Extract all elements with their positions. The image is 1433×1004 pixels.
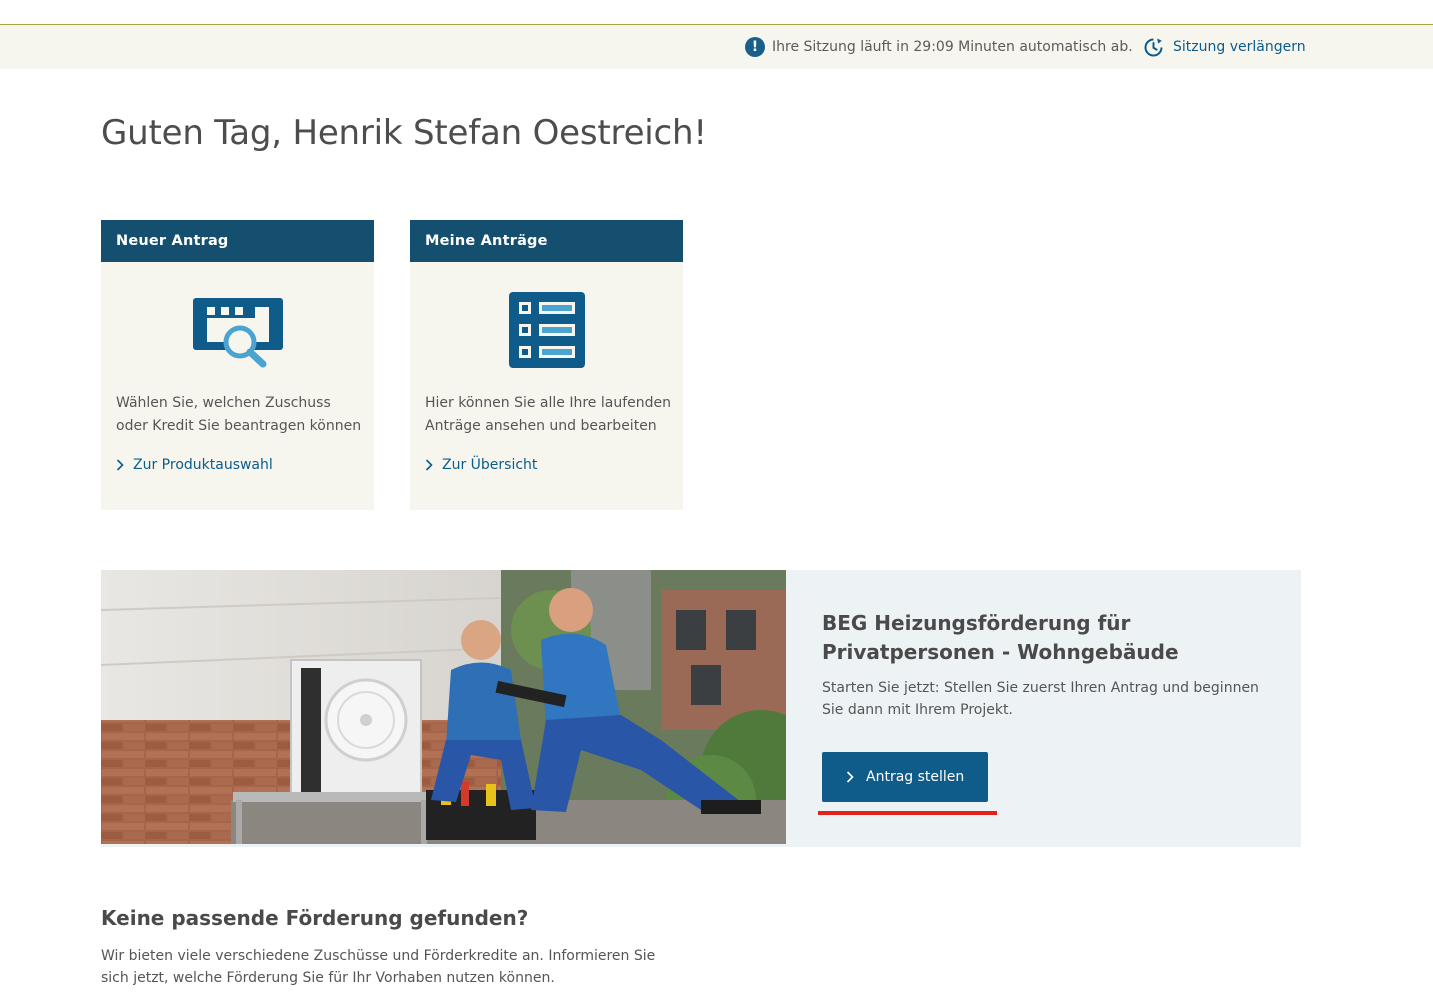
highlight-underline bbox=[818, 811, 997, 815]
card-title: Meine Anträge bbox=[410, 220, 683, 262]
card-my-applications: Meine Anträge Hier können Sie alle Ihre … bbox=[410, 220, 683, 510]
button-label: Antrag stellen bbox=[866, 769, 965, 785]
document-search-icon bbox=[192, 298, 283, 368]
extend-session-link[interactable]: Sitzung verlängern bbox=[1143, 25, 1306, 69]
chevron-right-icon bbox=[846, 771, 854, 783]
overview-link[interactable]: Zur Übersicht bbox=[425, 457, 537, 473]
no-match-text: Wir bieten viele verschiedene Zuschüsse … bbox=[101, 948, 656, 986]
clock-refresh-icon bbox=[1144, 38, 1163, 56]
card-title: Neuer Antrag bbox=[101, 220, 374, 262]
link-label: Zur Übersicht bbox=[442, 457, 538, 473]
chevron-right-icon bbox=[425, 459, 433, 471]
no-match-title: Keine passende Förderung gefunden? bbox=[101, 906, 529, 930]
card-description: Wählen Sie, welchen Zuschuss oder Kredit… bbox=[116, 395, 362, 434]
list-icon bbox=[508, 292, 585, 368]
chevron-right-icon bbox=[116, 459, 124, 471]
session-info: ! Ihre Sitzung läuft in 29:09 Minuten au… bbox=[745, 25, 1133, 69]
promo-text: Starten Sie jetzt: Stellen Sie zuerst Ih… bbox=[822, 680, 1259, 718]
session-message: Ihre Sitzung läuft in 29:09 Minuten auto… bbox=[772, 39, 1133, 55]
technicians-heat-pump-photo bbox=[101, 570, 786, 844]
product-selection-link[interactable]: Zur Produktauswahl bbox=[116, 457, 273, 473]
session-bar: ! Ihre Sitzung läuft in 29:09 Minuten au… bbox=[0, 25, 1433, 69]
exclamation-icon: ! bbox=[745, 37, 765, 57]
page-title: Guten Tag, Henrik Stefan Oestreich! bbox=[101, 113, 707, 153]
card-description: Hier können Sie alle Ihre laufenden Antr… bbox=[425, 395, 671, 434]
submit-application-button[interactable]: Antrag stellen bbox=[822, 752, 988, 802]
link-label: Zur Produktauswahl bbox=[133, 457, 273, 473]
promo-panel: BEG Heizungsförderung für Privatpersonen… bbox=[101, 570, 1301, 847]
card-new-application: Neuer Antrag Wählen Sie, welchen Zuschus… bbox=[101, 220, 374, 510]
extend-session-label: Sitzung verlängern bbox=[1173, 39, 1306, 55]
promo-title: BEG Heizungsförderung für Privatpersonen… bbox=[822, 611, 1179, 664]
